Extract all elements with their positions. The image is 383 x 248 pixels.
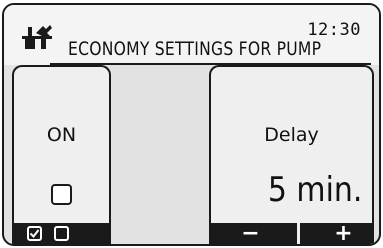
checkbox-softkey-bar[interactable] [12,223,111,244]
header-bar: 12:30 ECONOMY SETTINGS FOR PUMP [4,5,379,65]
delay-value: 5 min. [267,170,362,210]
on-label: ON [46,124,77,146]
delay-label: Delay [264,124,319,146]
page-title: ECONOMY SETTINGS FOR PUMP [68,38,322,60]
clock-time: 12:30 [307,20,361,40]
on-checkbox[interactable] [51,184,72,205]
checkbox-empty-icon[interactable] [54,226,69,241]
lcd-screen: 12:30 ECONOMY SETTINGS FOR PUMP ON Delay… [2,3,381,246]
on-setting-panel[interactable]: ON [12,65,111,244]
delay-setting-panel[interactable]: Delay 5 min. [209,65,374,244]
increase-button[interactable]: + [307,223,379,245]
checkbox-checked-icon[interactable] [27,226,42,241]
decrease-button[interactable]: − [209,223,292,245]
adjust-softkey-bar: − + [209,223,374,244]
softkey-divider [297,223,300,244]
service-tools-icon [22,25,52,49]
